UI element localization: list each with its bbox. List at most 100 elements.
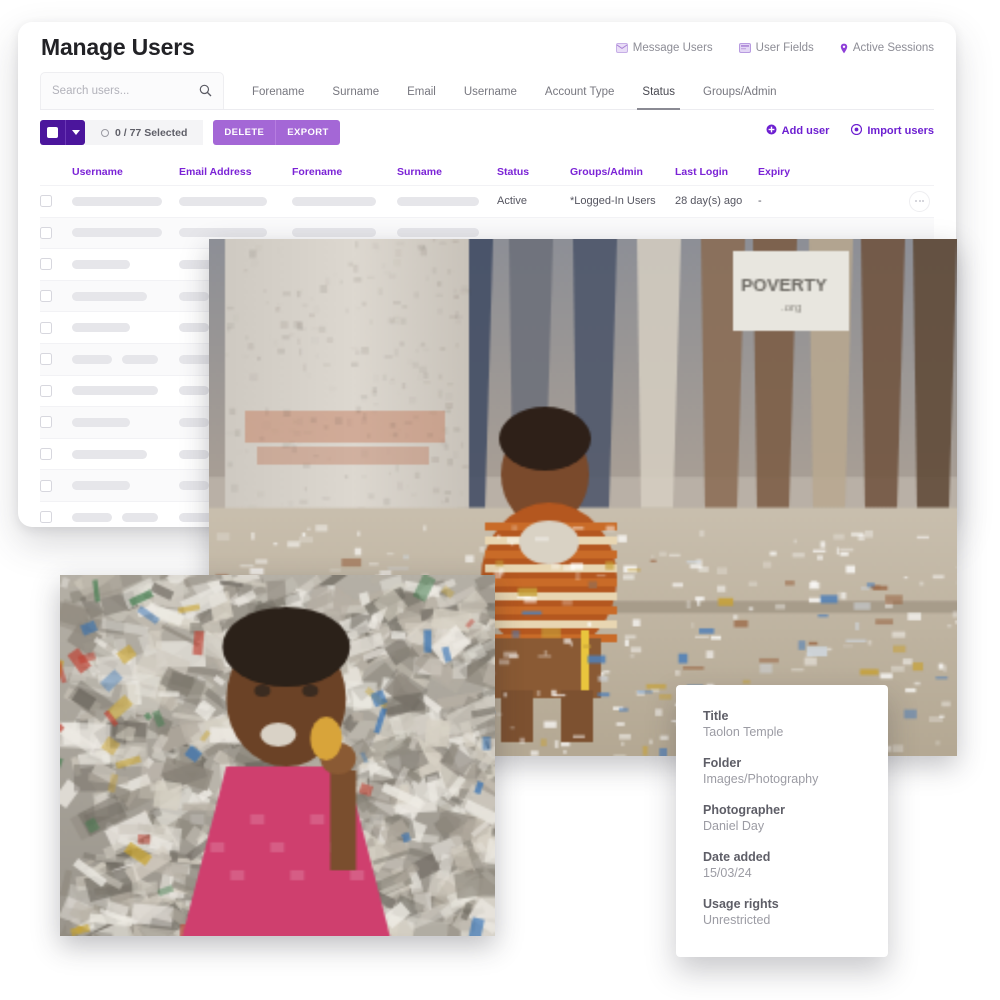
column-header-email-address[interactable]: Email Address (179, 166, 292, 178)
export-button[interactable]: EXPORT (276, 120, 340, 145)
delete-button[interactable]: DELETE (213, 120, 277, 145)
search-box[interactable] (40, 72, 224, 109)
checkbox-icon[interactable] (40, 384, 52, 397)
skeleton-bar (179, 323, 209, 333)
skeleton-bar (72, 354, 112, 364)
metadata-item-photographer: Photographer Daniel Day (703, 803, 888, 833)
page-title: Manage Users (41, 34, 195, 60)
skeleton-bar (72, 417, 130, 427)
metadata-value: Images/Photography (703, 772, 819, 786)
checkbox-icon (47, 127, 58, 138)
cell-email-address (179, 196, 292, 206)
cell-placeholder (72, 417, 179, 427)
checkbox-icon[interactable] (40, 290, 52, 303)
header-action-user-fields[interactable]: User Fields (738, 42, 814, 54)
row-checkbox-cell[interactable] (40, 416, 72, 429)
redacted-value (179, 196, 267, 206)
skeleton-bar (397, 228, 479, 238)
row-checkbox-cell[interactable] (40, 511, 72, 524)
metadata-label: Photographer (703, 803, 785, 817)
skeleton-bar (72, 512, 112, 522)
metadata-item-title: Title Taolon Temple (703, 709, 888, 739)
import-users-button[interactable]: Import users (851, 123, 934, 138)
cell-expiry: - (758, 195, 762, 208)
row-checkbox-cell[interactable] (40, 195, 72, 208)
metadata-value: Taolon Temple (703, 725, 784, 739)
header-actions: Message Users User Fields Active Session… (615, 42, 934, 54)
row-checkbox-cell[interactable] (40, 353, 72, 366)
more-options-icon[interactable] (909, 190, 930, 212)
tab-forename[interactable]: Forename (238, 86, 318, 109)
metadata-item-usage-rights: Usage rights Unrestricted (703, 897, 888, 927)
skeleton-bar (72, 449, 147, 459)
header-action-message-users[interactable]: Message Users (615, 42, 713, 54)
checkbox-icon[interactable] (40, 226, 52, 239)
row-checkbox-cell[interactable] (40, 258, 72, 271)
checkbox-icon[interactable] (40, 258, 52, 271)
row-checkbox-cell[interactable] (40, 321, 72, 334)
chevron-down-icon (71, 130, 80, 135)
checkbox-icon[interactable] (40, 448, 52, 461)
photo-child-in-pink[interactable] (60, 575, 495, 936)
tab-account-type[interactable]: Account Type (531, 86, 628, 109)
skeleton-bar (72, 386, 158, 396)
selection-indicator-icon (101, 128, 109, 137)
metadata-value: Daniel Day (703, 819, 765, 833)
select-all-checkbox-button[interactable] (40, 120, 65, 145)
search-input[interactable] (41, 85, 181, 97)
metadata-item-folder: Folder Images/Photography (703, 756, 888, 786)
screenshot-stage: Manage Users Message Users User Fields A… (0, 0, 1000, 1000)
tab-status[interactable]: Status (628, 86, 689, 110)
tab-surname[interactable]: Surname (318, 86, 393, 109)
filter-tabs: Forename Surname Email Username Account … (224, 72, 791, 110)
skeleton-bar (179, 228, 267, 238)
column-header-surname[interactable]: Surname (397, 166, 497, 178)
column-header-status[interactable]: Status (497, 166, 570, 178)
column-header-last-login[interactable]: Last Login (675, 166, 758, 178)
column-header-groups-admin[interactable]: Groups/Admin (570, 166, 675, 178)
redacted-value (397, 196, 479, 206)
row-checkbox-cell[interactable] (40, 448, 72, 461)
cell-placeholder (292, 228, 397, 238)
skeleton-bar (179, 386, 209, 396)
card-header: Manage Users Message Users User Fields A… (18, 22, 956, 72)
photo-child-in-pink-canvas (60, 575, 495, 936)
import-users-label: Import users (867, 125, 934, 137)
cell-placeholder (72, 323, 179, 333)
header-action-label: Active Sessions (852, 42, 934, 54)
header-action-active-sessions[interactable]: Active Sessions (840, 42, 934, 54)
cell-status: Active (497, 195, 527, 208)
row-checkbox-cell[interactable] (40, 226, 72, 239)
search-icon[interactable] (199, 84, 212, 102)
row-checkbox-cell[interactable] (40, 479, 72, 492)
cell-placeholder (72, 228, 179, 238)
cell-placeholder (72, 354, 179, 364)
checkbox-icon[interactable] (40, 195, 52, 208)
table-row[interactable]: Active *Logged-In Users 28 day(s) ago - (40, 185, 934, 217)
tab-groups-admin[interactable]: Groups/Admin (689, 86, 791, 109)
checkbox-icon[interactable] (40, 353, 52, 366)
add-user-button[interactable]: Add user (766, 124, 829, 138)
checkbox-icon[interactable] (40, 511, 52, 524)
checkbox-icon[interactable] (40, 321, 52, 334)
envelope-icon (615, 43, 628, 53)
column-header-username[interactable]: Username (72, 166, 179, 178)
column-header-forename[interactable]: Forename (292, 166, 397, 178)
checkbox-icon[interactable] (40, 479, 52, 492)
skeleton-bar (292, 228, 376, 238)
tab-email[interactable]: Email (393, 86, 450, 109)
select-all-dropdown-button[interactable] (65, 120, 85, 145)
column-header-expiry[interactable]: Expiry (758, 166, 868, 178)
skeleton-bar (122, 512, 158, 522)
cell-actions (868, 190, 934, 212)
header-action-label: User Fields (755, 42, 814, 54)
cell-placeholder (72, 386, 179, 396)
cell-username (72, 196, 179, 206)
tab-username[interactable]: Username (450, 86, 531, 109)
row-checkbox-cell[interactable] (40, 290, 72, 303)
checkbox-icon[interactable] (40, 416, 52, 429)
cell-surname (397, 196, 497, 206)
row-checkbox-cell[interactable] (40, 384, 72, 397)
selection-count: 0 / 77 Selected (115, 126, 188, 139)
header-action-label: Message Users (632, 42, 713, 54)
